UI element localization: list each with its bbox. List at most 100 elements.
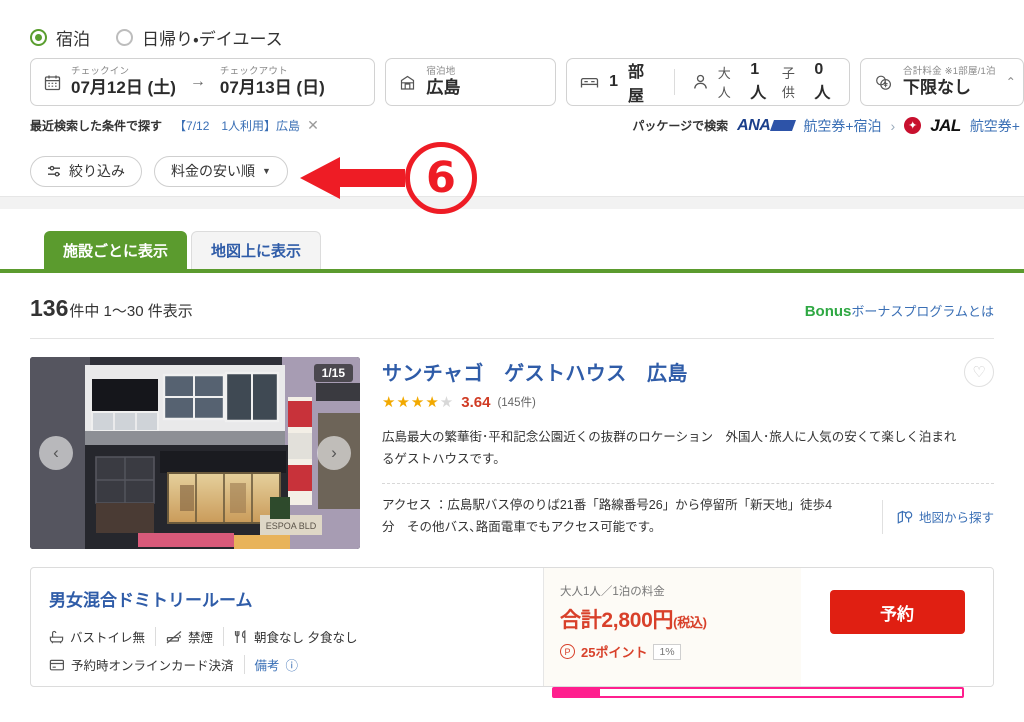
promo-progress-bar <box>552 687 964 698</box>
jal-wordmark[interactable]: JAL <box>930 116 961 136</box>
amenity-bath-label: バストイレ無 <box>70 631 146 645</box>
hotel-name[interactable]: サンチャゴ ゲストハウス 広島 <box>382 357 994 386</box>
hotel-card: ESPOA BLD 1/15 ‹ › サンチャゴ ゲストハウス 広島 ★★★★★… <box>0 339 1024 549</box>
date-range-field[interactable]: チェックイン 07月12日 (土) → チェックアウト 07月13日 (日) <box>30 58 376 106</box>
coins-icon <box>874 74 893 91</box>
package-search-group: パッケージで検索 ANA 航空券+宿泊 › ✦ JAL 航空券+ <box>632 116 1024 136</box>
calendar-icon <box>44 74 61 91</box>
rooms-guests-field[interactable]: 1 部屋 大人 1人 子供 0人 <box>566 58 850 106</box>
field-divider <box>673 69 675 95</box>
tab-list-view[interactable]: 施設ごとに表示 <box>44 231 188 269</box>
room-note-label: 備考 <box>254 659 280 673</box>
destination-label: 宿泊地 <box>426 66 456 78</box>
price-amount: 2,800円 <box>601 609 674 632</box>
description-divider <box>382 483 994 484</box>
price-prefix: 合計 <box>560 609 602 632</box>
package-label: パッケージで検索 <box>632 119 729 133</box>
filter-button[interactable]: 絞り込み <box>30 155 142 187</box>
amenity-smoking: 禁煙 <box>155 627 223 646</box>
reserve-button[interactable]: 予約 <box>829 590 965 634</box>
price-filter-group[interactable]: 合計料金 ※1部屋/1泊 下限なし <box>903 67 996 97</box>
recent-and-package-row: 最近検索した条件で探す 【7/12 1人利用】広島 ✕ パッケージで検索 ANA… <box>0 106 1024 136</box>
close-icon[interactable]: ✕ <box>307 117 319 134</box>
sort-dropdown[interactable]: 料金の安い順 ▼ <box>154 155 288 187</box>
card-icon <box>49 658 65 672</box>
radio-icon-unselected[interactable] <box>116 28 133 46</box>
sliders-icon <box>47 165 62 178</box>
stay-type-option-overnight[interactable]: 宿泊 <box>30 25 90 50</box>
bonus-program-link[interactable]: Bonusボーナスプログラムとは <box>805 301 994 320</box>
stay-type-label: 日帰り・デイユース <box>142 29 283 49</box>
price-filter-label: 合計料金 ※1部屋/1泊 <box>903 66 996 78</box>
room-amenities-line-2: 予約時オンラインカード決済 備考 ⓘ <box>49 655 527 674</box>
room-action-panel: 予約 <box>801 568 993 686</box>
checkin-group[interactable]: チェックイン 07月12日 (土) <box>71 67 176 97</box>
bonus-link-label: ボーナスプログラムとは <box>851 304 994 319</box>
checkout-label: チェックアウト <box>219 66 288 78</box>
map-search-link-label: 地図から探す <box>918 511 994 525</box>
sort-dropdown-label: 料金の安い順 <box>171 163 255 179</box>
jal-package-link[interactable]: 航空券+ <box>970 116 1020 136</box>
info-icon: ⓘ <box>285 659 299 673</box>
ana-logo-icon[interactable]: ANA <box>737 116 797 135</box>
room-total-price: 合計2,800円(税込) <box>560 604 787 634</box>
points-value: 25ポイント <box>581 645 648 660</box>
price-basis-label: 大人1人／1泊の料金 <box>560 586 665 598</box>
annotation-step-number: 6 <box>405 142 477 214</box>
photo-next-button[interactable]: › <box>317 436 351 470</box>
cutlery-icon <box>234 629 248 644</box>
price-filter-value: 下限なし <box>903 78 971 98</box>
child-label: 子供 <box>781 66 795 100</box>
destination-field[interactable]: 宿泊地 広島 <box>385 58 557 106</box>
destination-value: 広島 <box>426 78 461 98</box>
search-results-page: 宿泊 日帰り・デイユース チェックイン 07月12日 (土) → チェックアウト… <box>0 0 1024 722</box>
payment-method-label: 予約時オンラインカード決済 <box>71 659 234 673</box>
room-plan-name[interactable]: 男女混合ドミトリールーム <box>49 586 527 611</box>
checkin-value: 07月12日 (土) <box>71 78 176 98</box>
results-total-count: 136 <box>30 295 69 321</box>
checkout-group[interactable]: チェックアウト 07月13日 (日) <box>220 67 325 97</box>
hotel-photo: ESPOA BLD <box>30 357 360 549</box>
room-price-panel: 大人1人／1泊の料金 合計2,800円(税込) P 25ポイント 1% <box>543 568 801 686</box>
child-count: 0人 <box>814 61 831 102</box>
ana-wordmark: ANA <box>737 116 771 134</box>
adult-label: 大人 <box>717 66 731 100</box>
stay-type-option-dayuse[interactable]: 日帰り・デイユース <box>116 25 283 50</box>
room-unit: 部屋 <box>628 64 645 105</box>
recent-search-label: 最近検索した条件で探す <box>30 119 163 133</box>
ana-package-link[interactable]: 航空券+宿泊 <box>803 116 881 136</box>
stay-type-selector: 宿泊 日帰り・デイユース <box>0 0 1024 52</box>
map-pin-icon <box>897 510 913 524</box>
radio-icon-selected[interactable] <box>30 28 47 46</box>
chevron-down-icon: ▼ <box>262 166 271 176</box>
room-note-link[interactable]: 備考 ⓘ <box>243 655 309 674</box>
destination-group[interactable]: 宿泊地 広島 <box>426 67 460 97</box>
hotel-access-text: アクセス ：広島駅バス停のりば21番「路線番号26」から停留所「新天地」徒歩4分… <box>382 498 833 534</box>
room-count: 1 <box>609 73 619 90</box>
bonus-brand-label: Bonus <box>804 303 852 320</box>
hotel-info: サンチャゴ ゲストハウス 広島 ★★★★★ 3.64 (145件) ♡ 広島最大… <box>382 357 994 549</box>
price-filter-field[interactable]: 合計料金 ※1部屋/1泊 下限なし ⌃ <box>860 58 1024 106</box>
no-smoking-icon <box>166 630 182 644</box>
hotel-photo-carousel[interactable]: ESPOA BLD 1/15 ‹ › <box>30 357 360 549</box>
photo-counter: 1/15 <box>313 364 353 382</box>
room-plan-row: 男女混合ドミトリールーム バストイレ無 禁煙 朝食なし 夕食なし 予約時オンライ… <box>30 567 994 687</box>
recent-search-chip[interactable]: 【7/12 1人利用】広島 <box>174 117 300 134</box>
bath-icon <box>49 630 64 644</box>
points-rate-badge: 1% <box>653 643 681 660</box>
amenity-meals-label: 朝食なし 夕食なし <box>254 631 358 645</box>
payment-method: 予約時オンラインカード決済 <box>49 655 244 674</box>
photo-prev-button[interactable]: ‹ <box>39 436 73 470</box>
rating-score: 3.64 <box>461 393 491 411</box>
heart-icon[interactable]: ♡ <box>964 357 994 387</box>
chevron-up-icon[interactable]: ⌃ <box>1006 75 1016 89</box>
room-amenities-line-1: バストイレ無 禁煙 朝食なし 夕食なし <box>49 627 527 646</box>
adult-count: 1人 <box>750 61 767 102</box>
map-search-link[interactable]: 地図から探す <box>881 499 994 534</box>
review-count[interactable]: (145件) <box>497 394 535 410</box>
ana-stripe-icon <box>770 120 797 131</box>
stay-type-label: 宿泊 <box>56 29 90 49</box>
amenity-bath: バストイレ無 <box>49 627 155 646</box>
tab-map-view[interactable]: 地図上に表示 <box>191 231 322 269</box>
point-circle-icon: P <box>560 644 575 659</box>
